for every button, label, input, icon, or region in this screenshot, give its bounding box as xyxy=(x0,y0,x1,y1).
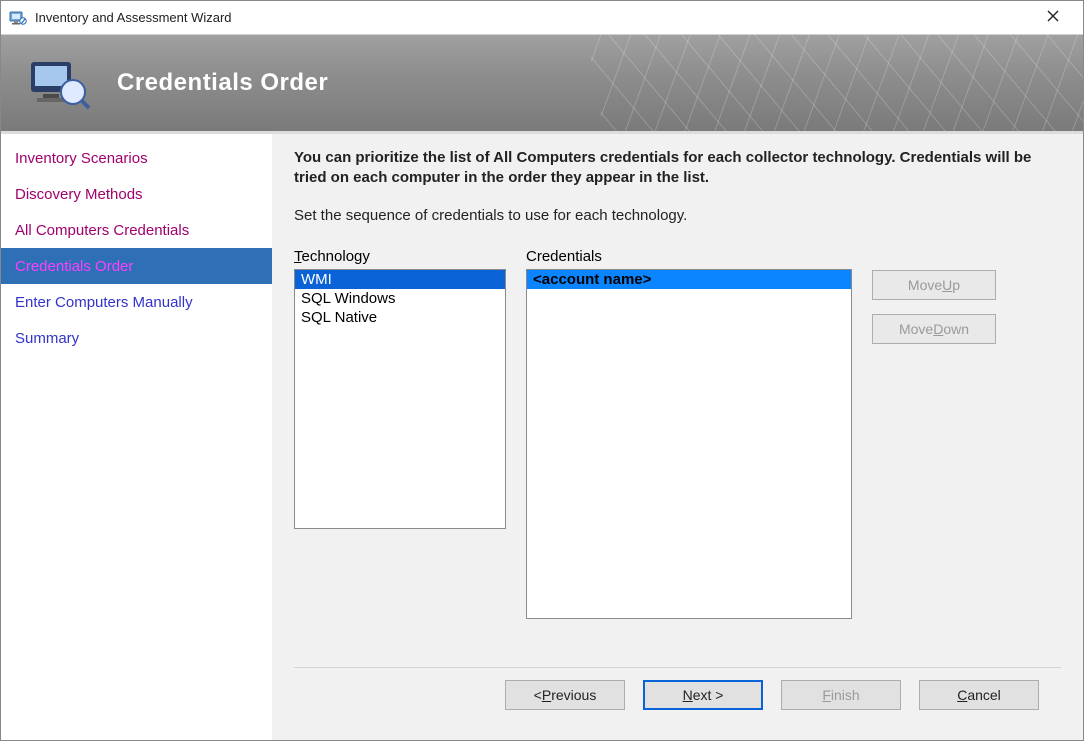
content-pane: You can prioritize the list of All Compu… xyxy=(272,134,1083,740)
columns: Technology WMI SQL Windows SQL Native Cr… xyxy=(294,248,1061,619)
technology-item[interactable]: SQL Windows xyxy=(295,289,505,308)
banner-title: Credentials Order xyxy=(117,69,328,97)
wizard-window: Inventory and Assessment Wizard Credenti… xyxy=(0,0,1084,741)
footer: < Previous Next > Finish Cancel xyxy=(294,668,1061,726)
page-subtext: Set the sequence of credentials to use f… xyxy=(294,207,1061,224)
technology-label: Technology xyxy=(294,248,506,265)
credentials-label: Credentials xyxy=(526,248,852,265)
credentials-item[interactable]: <account name> xyxy=(527,270,851,289)
banner-decoration xyxy=(584,35,1083,134)
close-button[interactable] xyxy=(1031,5,1075,31)
window-title: Inventory and Assessment Wizard xyxy=(35,10,1031,25)
next-button[interactable]: Next > xyxy=(643,680,763,710)
page-heading: You can prioritize the list of All Compu… xyxy=(294,148,1034,189)
move-up-button[interactable]: Move Up xyxy=(872,270,996,300)
move-down-button[interactable]: Move Down xyxy=(872,314,996,344)
nav-enter-computers-manually[interactable]: Enter Computers Manually xyxy=(1,284,272,320)
technology-item[interactable]: SQL Native xyxy=(295,308,505,327)
finish-button[interactable]: Finish xyxy=(781,680,901,710)
technology-column: Technology WMI SQL Windows SQL Native xyxy=(294,248,506,619)
reorder-buttons: Move Up Move Down xyxy=(872,248,996,619)
body: Inventory Scenarios Discovery Methods Al… xyxy=(1,134,1083,740)
nav-inventory-scenarios[interactable]: Inventory Scenarios xyxy=(1,140,272,176)
nav-discovery-methods[interactable]: Discovery Methods xyxy=(1,176,272,212)
sidebar: Inventory Scenarios Discovery Methods Al… xyxy=(1,134,272,740)
wizard-icon xyxy=(27,56,91,110)
nav-credentials-order[interactable]: Credentials Order xyxy=(1,248,272,284)
credentials-column: Credentials <account name> xyxy=(526,248,852,619)
nav-summary[interactable]: Summary xyxy=(1,320,272,356)
previous-button[interactable]: < Previous xyxy=(505,680,625,710)
banner: Credentials Order xyxy=(1,35,1083,134)
credentials-list[interactable]: <account name> xyxy=(526,269,852,619)
app-icon xyxy=(9,9,27,27)
nav-all-computers-credentials[interactable]: All Computers Credentials xyxy=(1,212,272,248)
cancel-button[interactable]: Cancel xyxy=(919,680,1039,710)
technology-list[interactable]: WMI SQL Windows SQL Native xyxy=(294,269,506,529)
technology-item[interactable]: WMI xyxy=(295,270,505,289)
title-bar: Inventory and Assessment Wizard xyxy=(1,1,1083,35)
